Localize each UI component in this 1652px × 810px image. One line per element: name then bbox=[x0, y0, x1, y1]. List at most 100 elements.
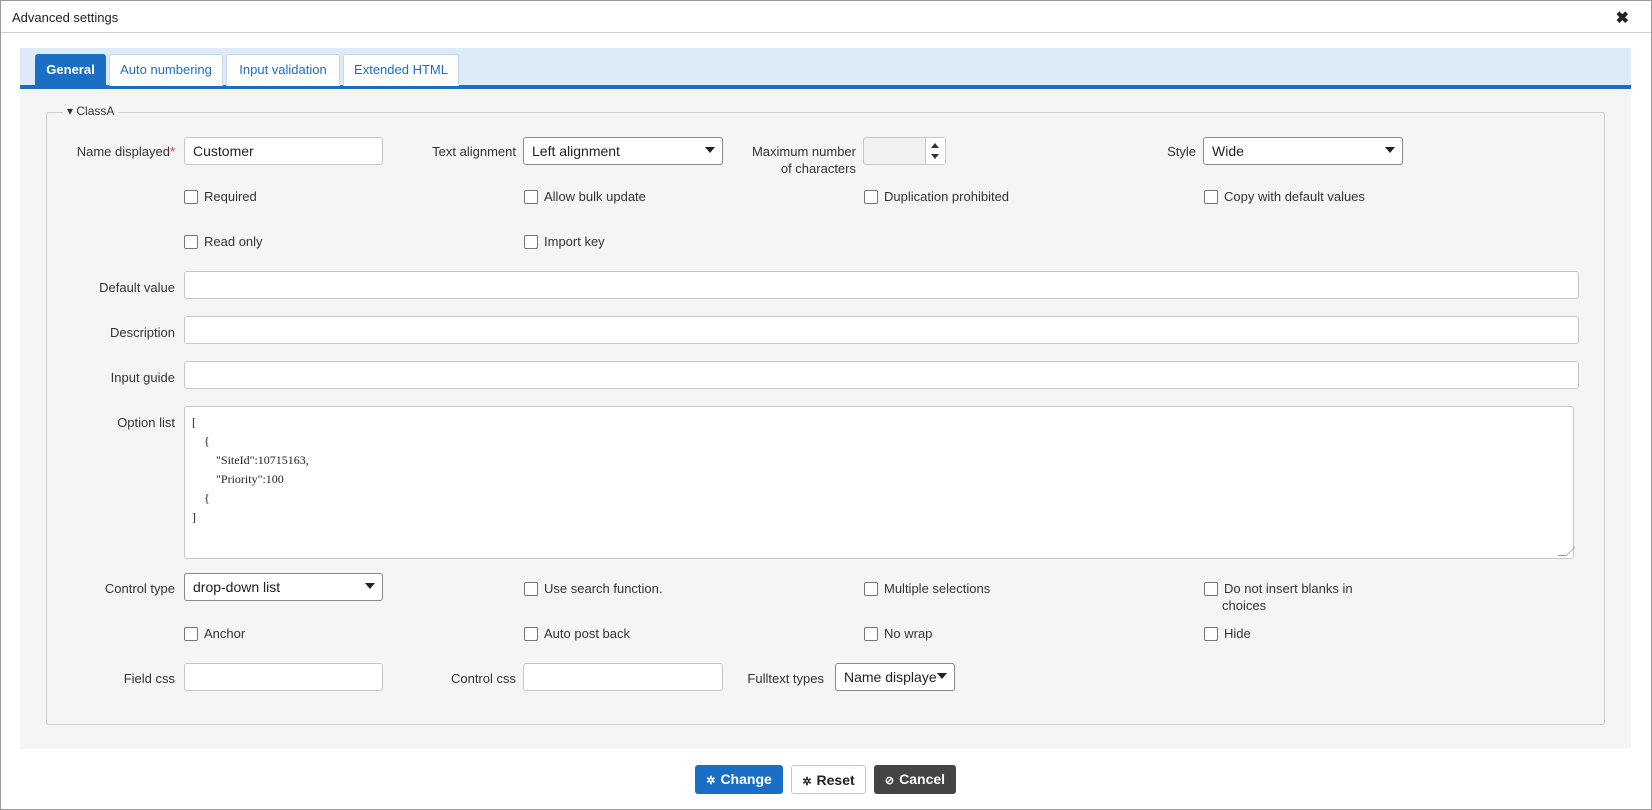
fulltext-types-value: Name displaye bbox=[844, 669, 937, 685]
collapse-toggle-icon[interactable]: ▾ bbox=[67, 104, 73, 118]
no-blanks-label-line2: choices bbox=[1222, 598, 1267, 613]
checkbox-box[interactable] bbox=[864, 627, 878, 641]
style-select[interactable]: Wide bbox=[1203, 137, 1403, 165]
text-alignment-label: Text alignment bbox=[432, 144, 516, 159]
description-label: Description bbox=[109, 325, 175, 340]
control-css-label: Control css bbox=[450, 671, 516, 686]
spinner-up-icon[interactable] bbox=[931, 143, 939, 148]
cancel-button-label: Cancel bbox=[899, 771, 946, 787]
tab-auto-numbering[interactable]: Auto numbering bbox=[109, 54, 223, 86]
cancel-button[interactable]: ⊘ Cancel bbox=[874, 765, 956, 794]
name-displayed-label: Name displayed* bbox=[76, 144, 175, 159]
checkbox-box[interactable] bbox=[184, 235, 198, 249]
option-list-label: Option list bbox=[117, 415, 175, 430]
field-css-input[interactable] bbox=[184, 663, 383, 691]
input-guide-label: Input guide bbox=[110, 370, 175, 385]
checkbox-label: No wrap bbox=[884, 626, 933, 641]
dialog-title: Advanced settings bbox=[12, 10, 119, 25]
chevron-down-icon bbox=[1385, 147, 1395, 153]
checkbox-label: Required bbox=[204, 189, 257, 204]
max-chars-label-line1: Maximum number bbox=[751, 144, 856, 159]
default-value-label: Default value bbox=[99, 280, 175, 295]
text-alignment-value: Left alignment bbox=[532, 143, 620, 159]
checkbox-box[interactable] bbox=[524, 582, 538, 596]
dialog-titlebar: Advanced settings ✖ bbox=[1, 1, 1651, 33]
no-blanks-checkbox[interactable]: Do not insert blanks in bbox=[1204, 581, 1353, 596]
import-key-checkbox[interactable]: Import key bbox=[524, 234, 605, 249]
field-css-label: Field css bbox=[123, 671, 175, 686]
chevron-down-icon bbox=[705, 147, 715, 153]
advanced-settings-dialog: Advanced settings ✖ General Auto numberi… bbox=[0, 0, 1652, 810]
control-css-input[interactable] bbox=[523, 663, 723, 691]
multiple-selections-checkbox[interactable]: Multiple selections bbox=[864, 581, 990, 596]
checkbox-box[interactable] bbox=[524, 235, 538, 249]
checkbox-box[interactable] bbox=[524, 190, 538, 204]
name-displayed-input[interactable] bbox=[184, 137, 383, 165]
checkbox-label: Copy with default values bbox=[1224, 189, 1365, 204]
option-list-textarea[interactable]: [ { "SiteId":10715163, "Priority":100 { … bbox=[184, 406, 1576, 559]
hide-checkbox[interactable]: Hide bbox=[1204, 626, 1251, 641]
tab-input-validation[interactable]: Input validation bbox=[226, 54, 340, 86]
tab-extended-html[interactable]: Extended HTML bbox=[343, 54, 459, 86]
max-chars-spinner[interactable] bbox=[863, 137, 946, 165]
required-checkbox[interactable]: Required bbox=[184, 189, 257, 204]
option-line: "SiteId":10715163, bbox=[192, 453, 309, 467]
cancel-icon: ⊘ bbox=[884, 775, 895, 787]
no-wrap-checkbox[interactable]: No wrap bbox=[864, 626, 932, 641]
style-value: Wide bbox=[1212, 143, 1244, 159]
checkbox-label: Hide bbox=[1224, 626, 1251, 641]
checkbox-box[interactable] bbox=[1204, 190, 1218, 204]
tab-general[interactable]: General bbox=[35, 54, 106, 86]
text-alignment-select[interactable]: Left alignment bbox=[523, 137, 723, 165]
change-button-label: Change bbox=[720, 771, 772, 787]
input-guide-input[interactable] bbox=[184, 361, 1579, 389]
checkbox-label: Allow bulk update bbox=[544, 189, 646, 204]
spinner-buttons[interactable] bbox=[925, 138, 945, 164]
use-search-checkbox[interactable]: Use search function. bbox=[524, 581, 663, 596]
read-only-checkbox[interactable]: Read only bbox=[184, 234, 263, 249]
checkbox-box[interactable] bbox=[1204, 627, 1218, 641]
gear-icon: ✲ bbox=[706, 775, 716, 787]
option-line: ] bbox=[192, 510, 196, 524]
checkbox-label: Read only bbox=[204, 234, 263, 249]
control-type-label: Control type bbox=[104, 581, 175, 596]
allow-bulk-update-checkbox[interactable]: Allow bulk update bbox=[524, 189, 646, 204]
style-label: Style bbox=[1167, 144, 1196, 159]
fieldset-legend[interactable]: ▾ ClassA bbox=[63, 104, 119, 118]
spinner-down-icon[interactable] bbox=[931, 154, 939, 159]
checkbox-label: Do not insert blanks in bbox=[1224, 581, 1353, 596]
resize-handle-icon[interactable] bbox=[1557, 547, 1576, 556]
checkbox-box[interactable] bbox=[184, 190, 198, 204]
description-input[interactable] bbox=[184, 316, 1579, 344]
change-button[interactable]: ✲ Change bbox=[695, 765, 783, 794]
default-value-input[interactable] bbox=[184, 271, 1579, 299]
reset-button[interactable]: ✲ Reset bbox=[791, 765, 866, 794]
option-line: { bbox=[192, 434, 210, 448]
checkbox-box[interactable] bbox=[184, 627, 198, 641]
fieldset-legend-label: ClassA bbox=[76, 104, 115, 118]
option-line: "Priority":100 bbox=[192, 472, 284, 486]
fulltext-types-label: Fulltext types bbox=[747, 671, 824, 686]
copy-with-default-checkbox[interactable]: Copy with default values bbox=[1204, 189, 1365, 204]
checkbox-box[interactable] bbox=[524, 627, 538, 641]
checkbox-box[interactable] bbox=[864, 582, 878, 596]
max-chars-label-line2: of characters bbox=[780, 161, 856, 176]
fulltext-types-select[interactable]: Name displaye bbox=[835, 663, 955, 691]
checkbox-label: Import key bbox=[544, 234, 605, 249]
auto-post-back-checkbox[interactable]: Auto post back bbox=[524, 626, 630, 641]
duplication-prohibited-checkbox[interactable]: Duplication prohibited bbox=[864, 189, 1009, 204]
option-line: [ bbox=[192, 415, 196, 429]
required-mark: * bbox=[169, 144, 175, 159]
reset-button-label: Reset bbox=[816, 772, 855, 788]
checkbox-box[interactable] bbox=[1204, 582, 1218, 596]
checkbox-label: Multiple selections bbox=[884, 581, 991, 596]
option-line: { bbox=[192, 491, 210, 505]
chevron-down-icon bbox=[365, 583, 375, 589]
checkbox-label: Auto post back bbox=[544, 626, 630, 641]
anchor-checkbox[interactable]: Anchor bbox=[184, 626, 245, 641]
control-type-select[interactable]: drop-down list bbox=[184, 573, 383, 601]
gear-icon: ✲ bbox=[802, 776, 812, 788]
checkbox-box[interactable] bbox=[864, 190, 878, 204]
checkbox-label: Anchor bbox=[204, 626, 246, 641]
close-icon[interactable]: ✖ bbox=[1616, 8, 1629, 28]
